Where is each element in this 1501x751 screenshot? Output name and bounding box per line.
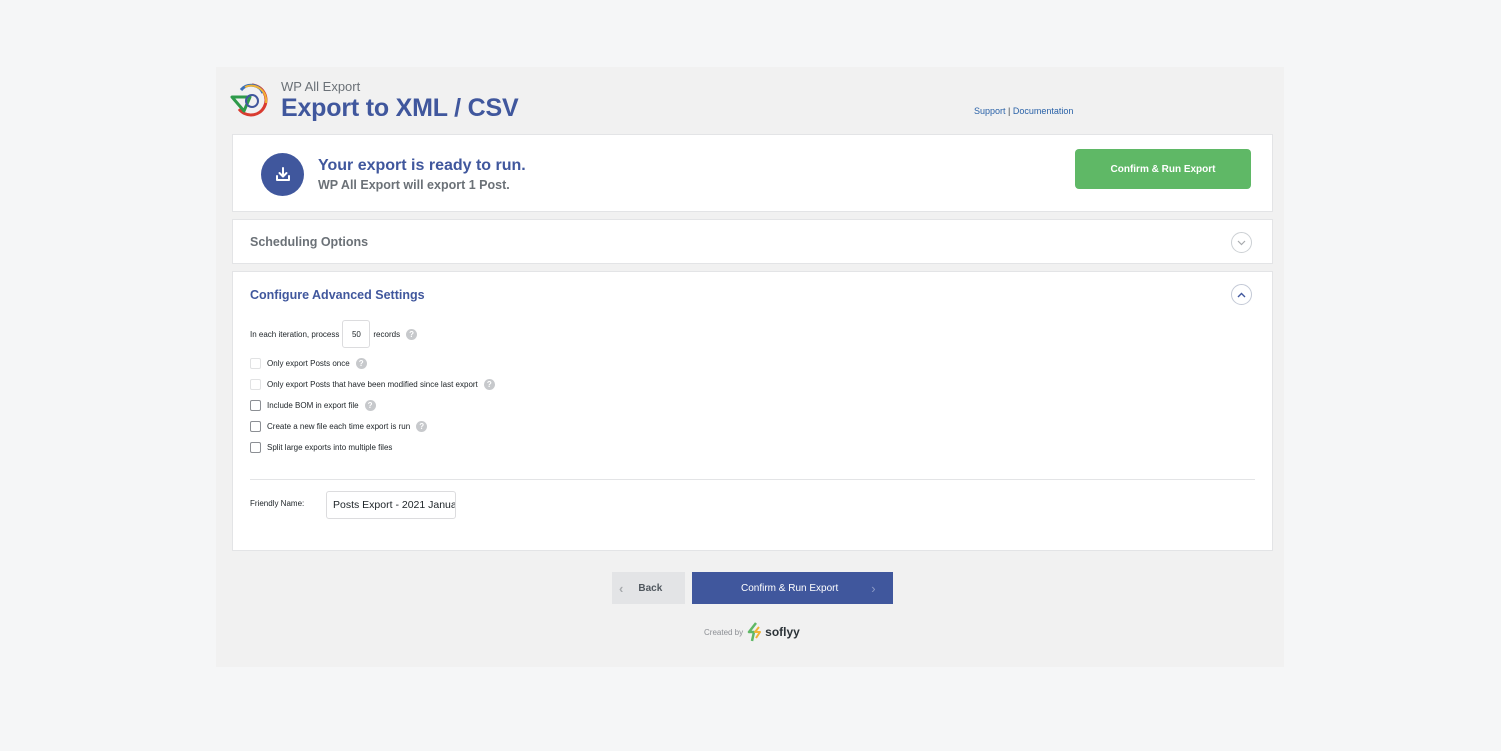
page-title: Export to XML / CSV — [281, 94, 519, 122]
advanced-settings-title: Configure Advanced Settings — [250, 288, 425, 302]
collapse-advanced-button[interactable] — [1231, 284, 1252, 305]
documentation-link[interactable]: Documentation — [1013, 106, 1074, 116]
expand-scheduling-button[interactable] — [1231, 232, 1252, 253]
link-separator: | — [1008, 106, 1011, 116]
iteration-row: In each iteration, process 50 records ? — [250, 320, 418, 348]
include-bom-checkbox[interactable] — [250, 400, 261, 411]
chevron-down-icon — [1237, 240, 1246, 245]
confirm-run-export-button-top[interactable]: Confirm & Run Export — [1075, 149, 1251, 189]
option-modified-since: Only export Posts that have been modifie… — [250, 379, 495, 390]
split-files-checkbox[interactable] — [250, 442, 261, 453]
option-new-file: Create a new file each time export is ru… — [250, 421, 428, 432]
help-icon[interactable]: ? — [406, 328, 418, 340]
soflyy-logo-icon — [747, 622, 762, 642]
chevron-right-icon: › — [871, 580, 876, 596]
chevron-left-icon: ‹ — [619, 580, 624, 596]
back-label: Back — [638, 582, 663, 594]
modified-since-checkbox[interactable] — [250, 379, 261, 390]
option-label: Split large exports into multiple files — [267, 443, 393, 452]
option-export-once: Only export Posts once ? — [250, 358, 367, 369]
created-by-text: Created by — [704, 627, 744, 637]
created-by: Created by soflyy — [704, 622, 800, 642]
option-label: Only export Posts that have been modifie… — [267, 380, 478, 389]
divider — [250, 479, 1255, 480]
help-icon[interactable]: ? — [483, 379, 495, 390]
iteration-suffix: records — [373, 329, 401, 339]
back-button[interactable]: ‹ Back — [612, 572, 685, 604]
scheduling-options-title: Scheduling Options — [250, 235, 369, 249]
option-label: Only export Posts once — [267, 359, 350, 368]
app-name: WP All Export — [281, 79, 361, 94]
option-label: Include BOM in export file — [267, 401, 359, 410]
option-split-files: Split large exports into multiple files — [250, 442, 392, 453]
ready-title: Your export is ready to run. — [318, 157, 526, 174]
chevron-up-icon — [1237, 292, 1246, 297]
help-icon[interactable]: ? — [416, 421, 428, 432]
friendly-name-input[interactable]: Posts Export - 2021 January — [326, 491, 456, 519]
help-links: Support | Documentation — [974, 106, 1073, 116]
advanced-settings-panel: Configure Advanced Settings In each iter… — [232, 271, 1273, 551]
export-once-checkbox[interactable] — [250, 358, 261, 369]
records-per-iteration-input[interactable]: 50 — [342, 320, 371, 348]
ready-subtitle: WP All Export will export 1 Post. — [318, 178, 510, 192]
wp-all-export-logo — [230, 83, 268, 117]
soflyy-brand: soflyy — [765, 625, 800, 639]
friendly-name-label: Friendly Name: — [250, 499, 305, 508]
confirm-label: Confirm & Run Export — [741, 582, 839, 594]
new-file-checkbox[interactable] — [250, 421, 261, 432]
option-include-bom: Include BOM in export file ? — [250, 400, 376, 411]
help-icon[interactable]: ? — [364, 400, 376, 411]
support-link[interactable]: Support — [974, 106, 1006, 116]
ready-panel: Your export is ready to run. WP All Expo… — [232, 134, 1273, 212]
scheduling-options-panel[interactable]: Scheduling Options — [232, 219, 1273, 264]
iteration-prefix: In each iteration, process — [250, 329, 340, 339]
help-icon[interactable]: ? — [355, 358, 367, 369]
option-label: Create a new file each time export is ru… — [267, 422, 411, 431]
download-icon — [261, 153, 304, 196]
export-page: WP All Export Export to XML / CSV Suppor… — [216, 67, 1284, 667]
confirm-run-export-button[interactable]: Confirm & Run Export › — [692, 572, 893, 604]
